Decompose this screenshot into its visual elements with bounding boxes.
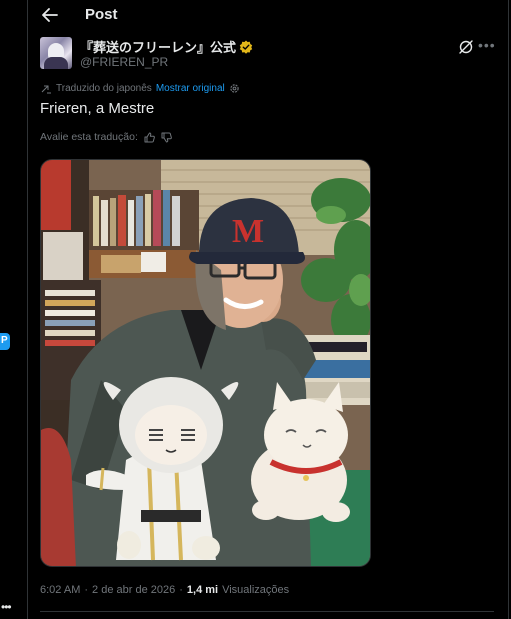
post-text: Frieren, a Mestre <box>40 100 155 117</box>
verified-badge-icon <box>239 40 253 54</box>
avatar[interactable] <box>40 37 72 69</box>
svg-text:M: M <box>232 213 264 250</box>
translation-note-row: Traduzido do japonês Mostrar original <box>41 83 240 94</box>
author-handle[interactable]: @FRIEREN_PR <box>80 55 168 69</box>
views-label: Visualizações <box>222 584 290 596</box>
page-title: Post <box>85 6 118 23</box>
more-options-icon[interactable]: ••• <box>478 37 496 53</box>
translate-icon <box>41 85 51 94</box>
grok-icon[interactable] <box>458 39 474 55</box>
views-count: 1,4 mi <box>186 584 219 596</box>
column-divider-left <box>27 0 28 619</box>
badge-icon: P <box>1 335 8 346</box>
meta-separator: · <box>84 584 89 596</box>
left-sidebar-edge: P ••• <box>0 0 27 619</box>
rate-translation-row: Avalie esta tradução: <box>40 131 172 143</box>
author-name[interactable]: 『葬送のフリーレン』公式 <box>80 37 236 56</box>
rate-translation-label: Avalie esta tradução: <box>40 131 138 143</box>
author-name-row[interactable]: 『葬送のフリーレン』公式 <box>80 37 253 56</box>
post-header: Post <box>28 0 508 32</box>
author-block: 『葬送のフリーレン』公式 @FRIEREN_PR ••• <box>40 37 495 73</box>
post-meta: 6:02 AM · 2 de abr de 2026 · 1,4 mi Visu… <box>40 584 289 596</box>
post-date[interactable]: 2 de abr de 2026 <box>92 584 175 596</box>
meta-separator: · <box>179 584 183 596</box>
divider <box>40 611 494 612</box>
thumbs-down-icon[interactable] <box>161 132 172 143</box>
thumbs-up-icon[interactable] <box>144 132 155 143</box>
settings-gear-icon[interactable] <box>229 83 240 94</box>
more-dots-icon[interactable]: ••• <box>1 600 12 614</box>
notification-badge[interactable]: P <box>0 333 10 350</box>
photo-illustration: M <box>41 160 370 566</box>
post-photo[interactable]: M <box>40 159 371 567</box>
arrow-left-icon <box>42 8 58 22</box>
back-button[interactable] <box>38 5 62 25</box>
post-time[interactable]: 6:02 AM <box>40 584 80 596</box>
translation-note: Traduzido do japonês <box>56 83 152 94</box>
show-original-link[interactable]: Mostrar original <box>156 83 225 94</box>
column-divider-right <box>508 0 509 619</box>
